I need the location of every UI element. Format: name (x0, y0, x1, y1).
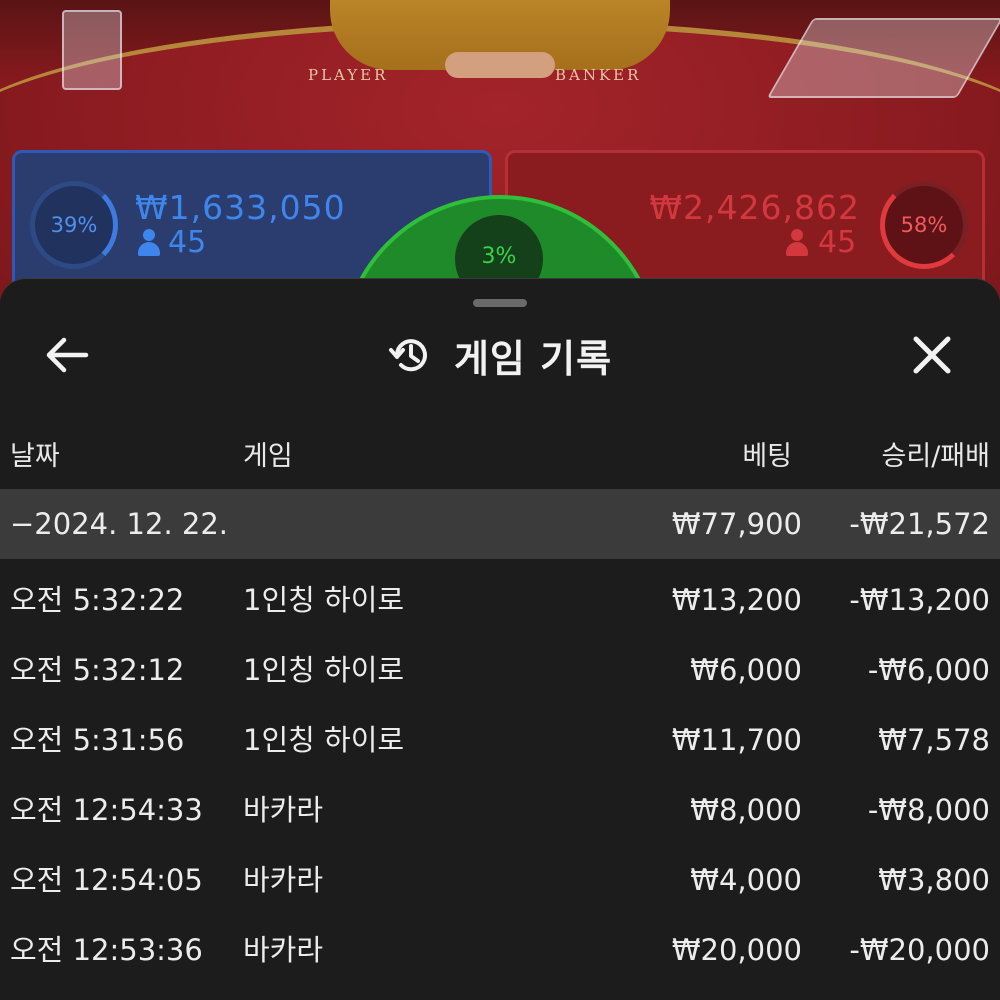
history-row[interactable]: 오전 12:54:33 바카라 ₩8,000 -₩8,000 (0, 775, 1000, 845)
row-bet: ₩11,700 (671, 723, 802, 757)
row-game: 1인칭 하이로 (243, 583, 405, 617)
row-result: ₩3,800 (878, 863, 990, 897)
row-game: 바카라 (243, 863, 324, 897)
column-header-game: 게임 (243, 441, 293, 472)
row-game: 1인칭 하이로 (243, 653, 405, 687)
dealer-hands (445, 52, 555, 78)
date-group-bet-total: ₩77,900 (671, 507, 802, 541)
banker-percent: 58% (900, 213, 948, 237)
banker-percent-ring: 58% (880, 181, 968, 269)
row-result: -₩6,000 (867, 653, 990, 687)
row-result: -₩13,200 (849, 583, 990, 617)
row-bet: ₩8,000 (690, 793, 802, 827)
sheet-drag-handle[interactable] (473, 299, 527, 307)
row-result: -₩8,000 (867, 793, 990, 827)
history-list: 오전 5:32:22 1인칭 하이로 ₩13,200 -₩13,200 오전 5… (0, 565, 1000, 985)
game-background: PLAYER BANKER 3% 39% ₩1,633,050 45 58% ₩… (0, 0, 1000, 300)
column-header-date: 날짜 (10, 441, 60, 472)
row-bet: ₩4,000 (690, 863, 802, 897)
banker-total-amount: ₩2,426,862 (649, 188, 860, 227)
row-bet: ₩13,200 (671, 583, 802, 617)
player-total-amount: ₩1,633,050 (135, 188, 346, 227)
column-header-result: 승리/패배 (881, 441, 990, 472)
player-bettor-count: 45 (168, 225, 207, 260)
row-game: 바카라 (243, 793, 324, 827)
history-row[interactable]: 오전 12:53:36 바카라 ₩20,000 -₩20,000 (0, 915, 1000, 985)
date-group-label: −2024. 12. 22. (10, 507, 228, 541)
banker-bettor-count: 45 (818, 225, 857, 260)
row-result: -₩20,000 (849, 933, 990, 967)
date-group-row[interactable]: −2024. 12. 22. ₩77,900 -₩21,572 (0, 489, 1000, 559)
row-bet: ₩6,000 (690, 653, 802, 687)
history-row[interactable]: 오전 5:32:12 1인칭 하이로 ₩6,000 -₩6,000 (0, 635, 1000, 705)
row-time: 오전 12:54:05 (10, 863, 203, 897)
row-result: ₩7,578 (878, 723, 990, 757)
close-icon (913, 336, 951, 374)
row-time: 오전 5:32:12 (10, 653, 185, 687)
table-label-banker: BANKER (555, 66, 642, 84)
game-history-sheet: 게임 기록 날짜 게임 베팅 승리/패배 −2024. 12. 22. ₩77,… (0, 278, 1000, 1000)
table-label-player: PLAYER (308, 66, 389, 84)
column-header-bet: 베팅 (742, 441, 792, 472)
player-percent: 39% (50, 213, 98, 237)
row-time: 오전 12:53:36 (10, 933, 203, 967)
history-row[interactable]: 오전 5:31:56 1인칭 하이로 ₩11,700 ₩7,578 (0, 705, 1000, 775)
close-button[interactable] (910, 333, 954, 377)
row-bet: ₩20,000 (671, 933, 802, 967)
row-game: 바카라 (243, 933, 324, 967)
history-row[interactable]: 오전 12:54:05 바카라 ₩4,000 ₩3,800 (0, 845, 1000, 915)
sheet-title: 게임 기록 (453, 336, 613, 381)
person-icon (786, 229, 808, 257)
history-icon (388, 339, 427, 372)
tie-percent: 3% (481, 244, 517, 269)
row-time: 오전 5:32:22 (10, 583, 185, 617)
player-percent-ring: 39% (30, 181, 118, 269)
row-time: 오전 12:54:33 (10, 793, 203, 827)
card-discard-holder (62, 10, 122, 90)
history-row[interactable]: 오전 5:32:22 1인칭 하이로 ₩13,200 -₩13,200 (0, 565, 1000, 635)
date-group-result-total: -₩21,572 (849, 507, 990, 541)
sheet-header: 게임 기록 (0, 325, 1000, 385)
row-game: 1인칭 하이로 (243, 723, 405, 757)
row-time: 오전 5:31:56 (10, 723, 185, 757)
person-icon (138, 229, 160, 257)
